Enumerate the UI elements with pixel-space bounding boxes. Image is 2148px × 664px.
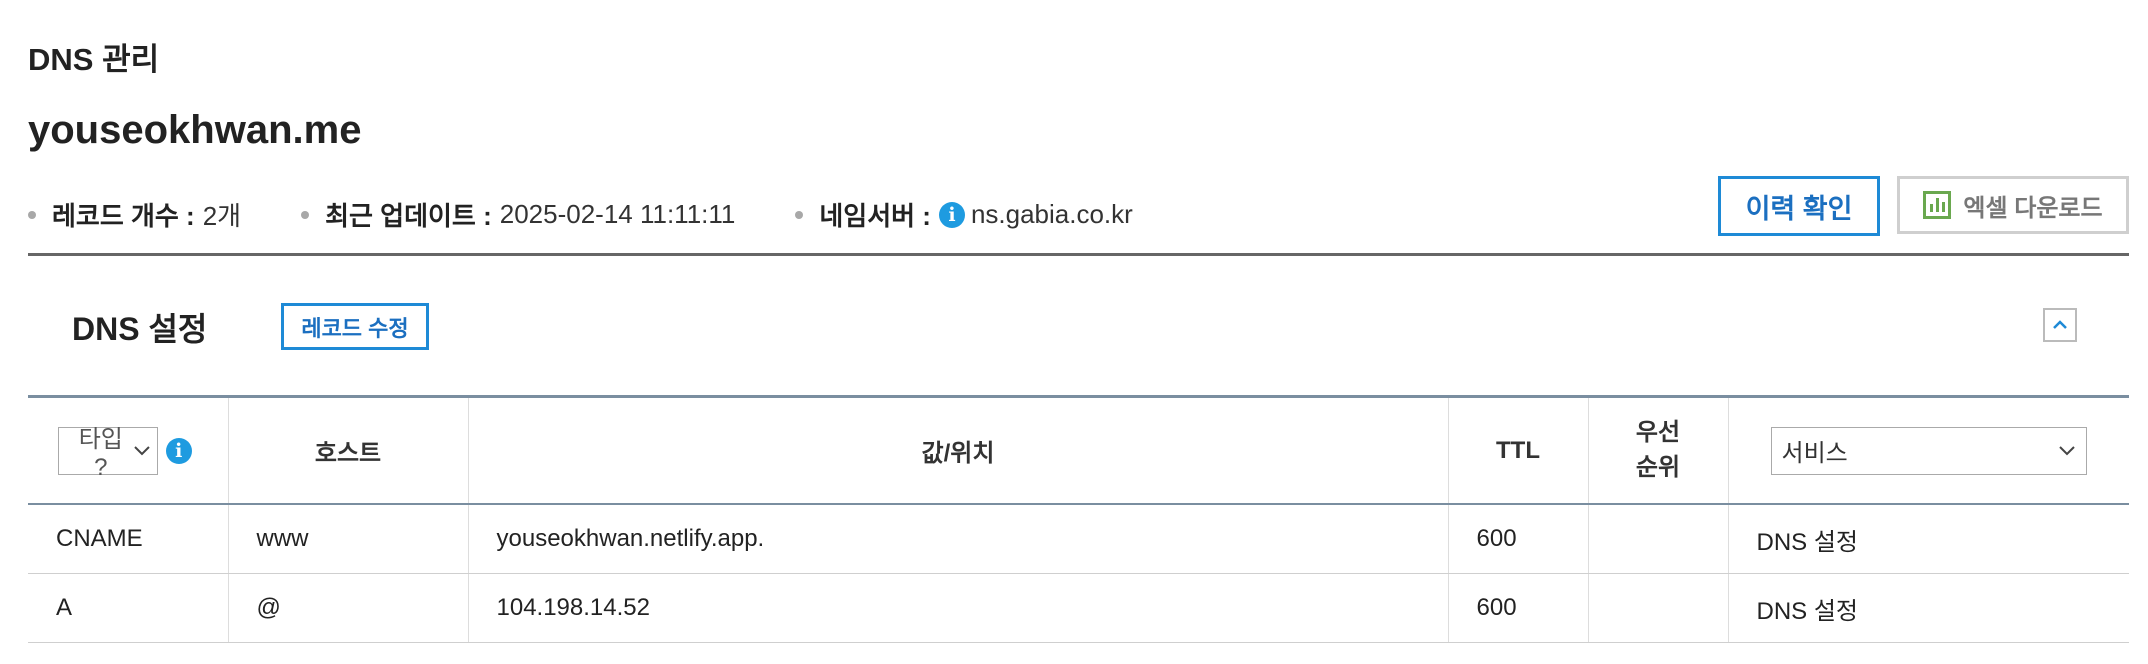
breadcrumb: DNS 관리 (28, 42, 160, 77)
collapse-button[interactable] (2043, 308, 2077, 342)
record-service-cell: DNS 설정 (1728, 504, 2129, 574)
ttl-column-header: TTL (1448, 396, 1589, 504)
type-filter-value: 타입 ? (78, 426, 123, 481)
value-column-header: 값/위치 (468, 396, 1449, 504)
dns-record-table: 타입 ? i 호스트 값/위치 TTL 우선 순위 서비스 CNAME www … (28, 395, 2129, 643)
chevron-down-icon (134, 445, 150, 455)
host-column-header: 호스트 (228, 396, 469, 504)
record-priority-cell (1588, 504, 1729, 574)
record-count-value: 2개 (202, 201, 242, 231)
edit-records-button[interactable]: 레코드 수정 (281, 303, 429, 350)
domain-meta: 레코드 개수 : 2개 최근 업데이트 : 2025-02-14 11:11:1… (28, 196, 1193, 233)
chevron-down-icon (2058, 445, 2075, 455)
service-filter-value: 서비스 (1781, 440, 1848, 467)
page-title: youseokhwan.me (28, 108, 362, 152)
record-count-label: 레코드 개수 : (52, 201, 195, 231)
dns-management-page: DNS 관리 youseokhwan.me 레코드 개수 : 2개 최근 업데이… (0, 0, 2148, 664)
history-button[interactable]: 이력 확인 (1718, 176, 1880, 236)
record-ttl-cell: 600 (1448, 504, 1589, 574)
table-header-row: 타입 ? i 호스트 값/위치 TTL 우선 순위 서비스 (28, 396, 2129, 505)
priority-column-header: 우선 순위 (1588, 396, 1729, 504)
nameserver-value: ns.gabia.co.kr (970, 199, 1133, 229)
bullet-icon (301, 210, 310, 219)
info-icon[interactable]: i (165, 437, 192, 464)
record-ttl-cell: 600 (1448, 573, 1589, 643)
record-priority-cell (1588, 573, 1729, 643)
service-filter-select[interactable]: 서비스 (1770, 426, 2087, 475)
bullet-icon (795, 210, 804, 219)
last-updated-value: 2025-02-14 11:11:11 (499, 199, 736, 229)
record-service-cell: DNS 설정 (1728, 573, 2129, 643)
record-value-cell: youseokhwan.netlify.app. (468, 504, 1449, 574)
excel-chart-icon (1923, 191, 1952, 219)
nameserver-label: 네임서버 : (819, 201, 931, 231)
record-count: 레코드 개수 : 2개 (28, 196, 241, 233)
last-updated-label: 최근 업데이트 : (325, 201, 492, 231)
service-column-header: 서비스 (1728, 397, 2129, 505)
section-title: DNS 설정 (72, 311, 208, 347)
record-value-cell: 104.198.14.52 (468, 573, 1449, 643)
record-type-cell: CNAME (28, 504, 229, 574)
table-row: CNAME www youseokhwan.netlify.app. 600 D… (28, 504, 2129, 574)
divider (28, 253, 2129, 256)
record-type-cell: A (28, 573, 229, 643)
nameserver: 네임서버 : i ns.gabia.co.kr (795, 196, 1133, 233)
excel-download-label: 엑셀 다운로드 (1963, 194, 2103, 222)
info-icon[interactable]: i (938, 201, 965, 228)
record-host-cell: www (228, 504, 469, 574)
table-row: A @ 104.198.14.52 600 DNS 설정 (28, 573, 2129, 643)
type-column-header: 타입 ? i (28, 396, 229, 504)
priority-header-line2: 순위 (1635, 453, 1681, 481)
priority-header-line1: 우선 (1635, 418, 1681, 446)
bullet-icon (28, 210, 36, 219)
chevron-up-icon (2053, 320, 2067, 329)
last-updated: 최근 업데이트 : 2025-02-14 11:11:11 (301, 196, 735, 233)
record-host-cell: @ (228, 573, 469, 643)
type-filter-select[interactable]: 타입 ? (57, 426, 158, 481)
excel-download-button[interactable]: 엑셀 다운로드 (1897, 176, 2129, 234)
